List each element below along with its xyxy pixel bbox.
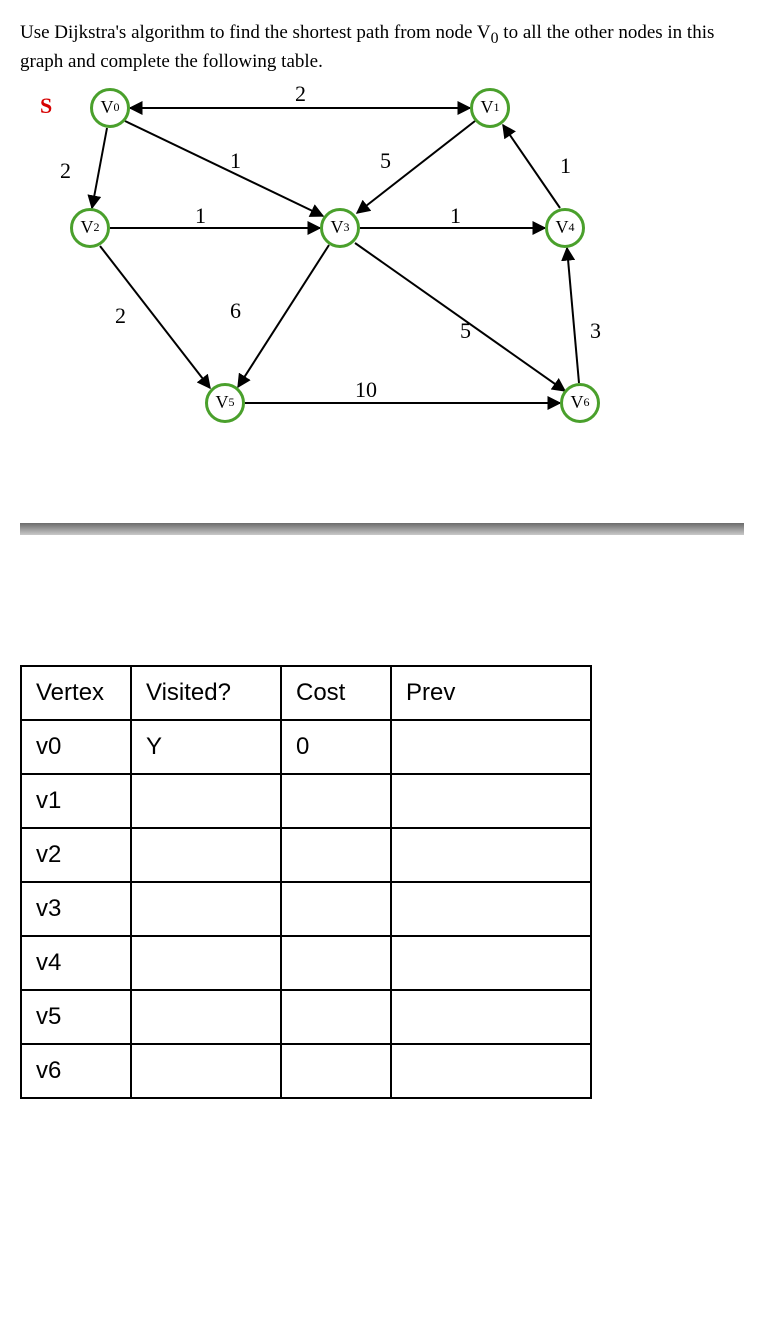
col-header-visited: Visited?: [131, 666, 281, 720]
cell-visited: [131, 1044, 281, 1098]
cell-prev: [391, 990, 591, 1044]
cell-vertex: v3: [21, 882, 131, 936]
source-label: S: [40, 93, 52, 119]
cell-cost: [281, 828, 391, 882]
table-row: v2: [21, 828, 591, 882]
node-v5: V5: [205, 383, 245, 423]
edge-weight: 1: [230, 148, 241, 173]
node-v3: V3: [320, 208, 360, 248]
cell-visited: [131, 882, 281, 936]
table-row: v0 Y 0: [21, 720, 591, 774]
cell-vertex: v6: [21, 1044, 131, 1098]
cell-cost: [281, 1044, 391, 1098]
cell-cost: [281, 936, 391, 990]
cell-vertex: v0: [21, 720, 131, 774]
cell-visited: [131, 774, 281, 828]
cell-prev: [391, 774, 591, 828]
cell-vertex: v4: [21, 936, 131, 990]
edge-weight: 10: [355, 377, 377, 402]
edge-weight: 6: [230, 298, 241, 323]
cell-prev: [391, 882, 591, 936]
node-v6: V6: [560, 383, 600, 423]
node-v2: V2: [70, 208, 110, 248]
table-row: v4: [21, 936, 591, 990]
cell-prev: [391, 1044, 591, 1098]
edge-weight: 3: [590, 318, 601, 343]
dijkstra-table: Vertex Visited? Cost Prev v0 Y 0 v1 v2 v…: [20, 665, 592, 1099]
cell-cost: [281, 774, 391, 828]
question-prompt: Use Dijkstra's algorithm to find the sho…: [20, 20, 744, 75]
edge-weight: 5: [380, 148, 391, 173]
edge-weight: 1: [560, 153, 571, 178]
cell-cost: [281, 990, 391, 1044]
node-v0: V0: [90, 88, 130, 128]
edge-weight: 5: [460, 318, 471, 343]
cell-cost: 0: [281, 720, 391, 774]
section-divider: [20, 523, 744, 535]
node-v1: V1: [470, 88, 510, 128]
cell-prev: [391, 936, 591, 990]
cell-vertex: v5: [21, 990, 131, 1044]
graph-diagram: 2 2 1 5 1 1 1 2 6 5 10 3 S V0 V1: [20, 83, 660, 453]
cell-visited: Y: [131, 720, 281, 774]
edge-weight: 2: [115, 303, 126, 328]
edge-weight: 1: [195, 203, 206, 228]
cell-vertex: v2: [21, 828, 131, 882]
cell-vertex: v1: [21, 774, 131, 828]
table-row: v3: [21, 882, 591, 936]
edge-weight: 1: [450, 203, 461, 228]
table-row: v6: [21, 1044, 591, 1098]
cell-visited: [131, 990, 281, 1044]
edge-weight: 2: [60, 158, 71, 183]
cell-visited: [131, 828, 281, 882]
cell-visited: [131, 936, 281, 990]
table-header-row: Vertex Visited? Cost Prev: [21, 666, 591, 720]
cell-cost: [281, 882, 391, 936]
col-header-cost: Cost: [281, 666, 391, 720]
cell-prev: [391, 828, 591, 882]
table-row: v5: [21, 990, 591, 1044]
edge-weight: 2: [295, 81, 306, 106]
col-header-prev: Prev: [391, 666, 591, 720]
table-row: v1: [21, 774, 591, 828]
node-v4: V4: [545, 208, 585, 248]
cell-prev: [391, 720, 591, 774]
col-header-vertex: Vertex: [21, 666, 131, 720]
